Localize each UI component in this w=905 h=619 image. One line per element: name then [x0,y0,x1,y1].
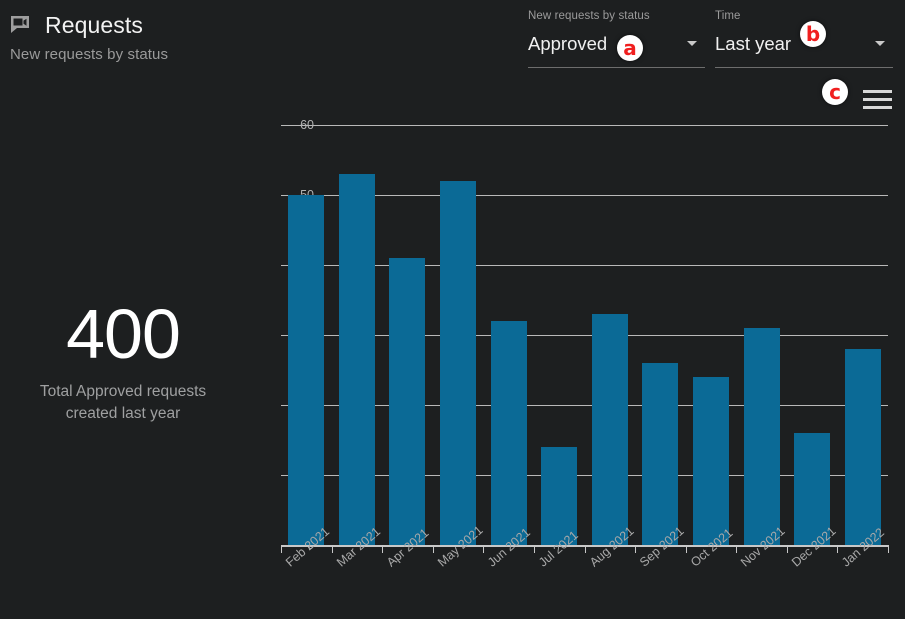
widget-header: Requests New requests by status [10,10,490,64]
requests-widget: Requests New requests by status New requ… [0,0,905,619]
chevron-down-icon[interactable] [875,41,885,46]
x-axis-tick [786,545,788,553]
x-axis-tick [584,545,586,553]
chart-bar[interactable] [389,258,426,545]
chevron-down-icon[interactable] [687,41,697,46]
metric-value: 400 [66,295,181,373]
time-select-value: Last year [715,33,792,54]
status-select[interactable]: New requests by status Approved [528,8,705,68]
menu-line [863,90,892,93]
page-subtitle: New requests by status [10,46,169,63]
chart-bar[interactable] [440,181,477,545]
status-select-value: Approved [528,33,608,54]
x-axis-tick [685,545,687,553]
chart-bar[interactable] [642,363,679,545]
x-axis-tick [533,545,535,553]
menu-line [863,106,892,109]
x-axis-tick [888,545,889,553]
total-metric: 400 Total Approved requests created last… [12,295,234,425]
chart-bar[interactable] [490,321,527,545]
chart-bar[interactable] [692,377,729,545]
chart-bar[interactable] [338,174,375,545]
chart-x-axis: Feb 2021 Mar 2021 Apr 2021 May 2021 Jun 2021… [281,125,889,570]
chart-bar[interactable] [591,314,628,545]
time-select-label: Time [715,10,741,22]
chart-bar[interactable] [743,328,780,545]
x-axis-tick [736,545,738,553]
x-axis-tick [331,545,333,553]
hamburger-menu-icon[interactable] [863,90,892,109]
x-axis-tick [837,545,839,553]
status-select-underline [528,67,705,68]
x-axis-tick [483,545,485,553]
annotation-marker-a: a [617,35,643,61]
time-select-underline [715,67,893,68]
video-chat-bubble-icon [10,15,34,35]
x-axis-tick [432,545,434,553]
x-axis-tick [382,545,384,553]
chart-plot-area: 0102030405060 Feb 2021Mar 2021Apr 2021Ma… [281,118,889,570]
x-axis-tick [635,545,637,553]
chart-bar[interactable] [288,195,325,545]
title-row: Requests [10,10,490,40]
annotation-marker-c: c [822,79,848,105]
x-axis-tick [281,545,282,553]
annotation-marker-b: b [800,21,826,47]
menu-line [863,98,892,101]
metric-caption: Total Approved requests created last yea… [39,383,207,422]
status-select-label: New requests by status [528,10,650,22]
chart-bar[interactable] [844,349,881,545]
page-title: Requests [45,11,143,38]
requests-bar-chart: 0102030405060 Feb 2021Mar 2021Apr 2021Ma… [248,112,893,612]
